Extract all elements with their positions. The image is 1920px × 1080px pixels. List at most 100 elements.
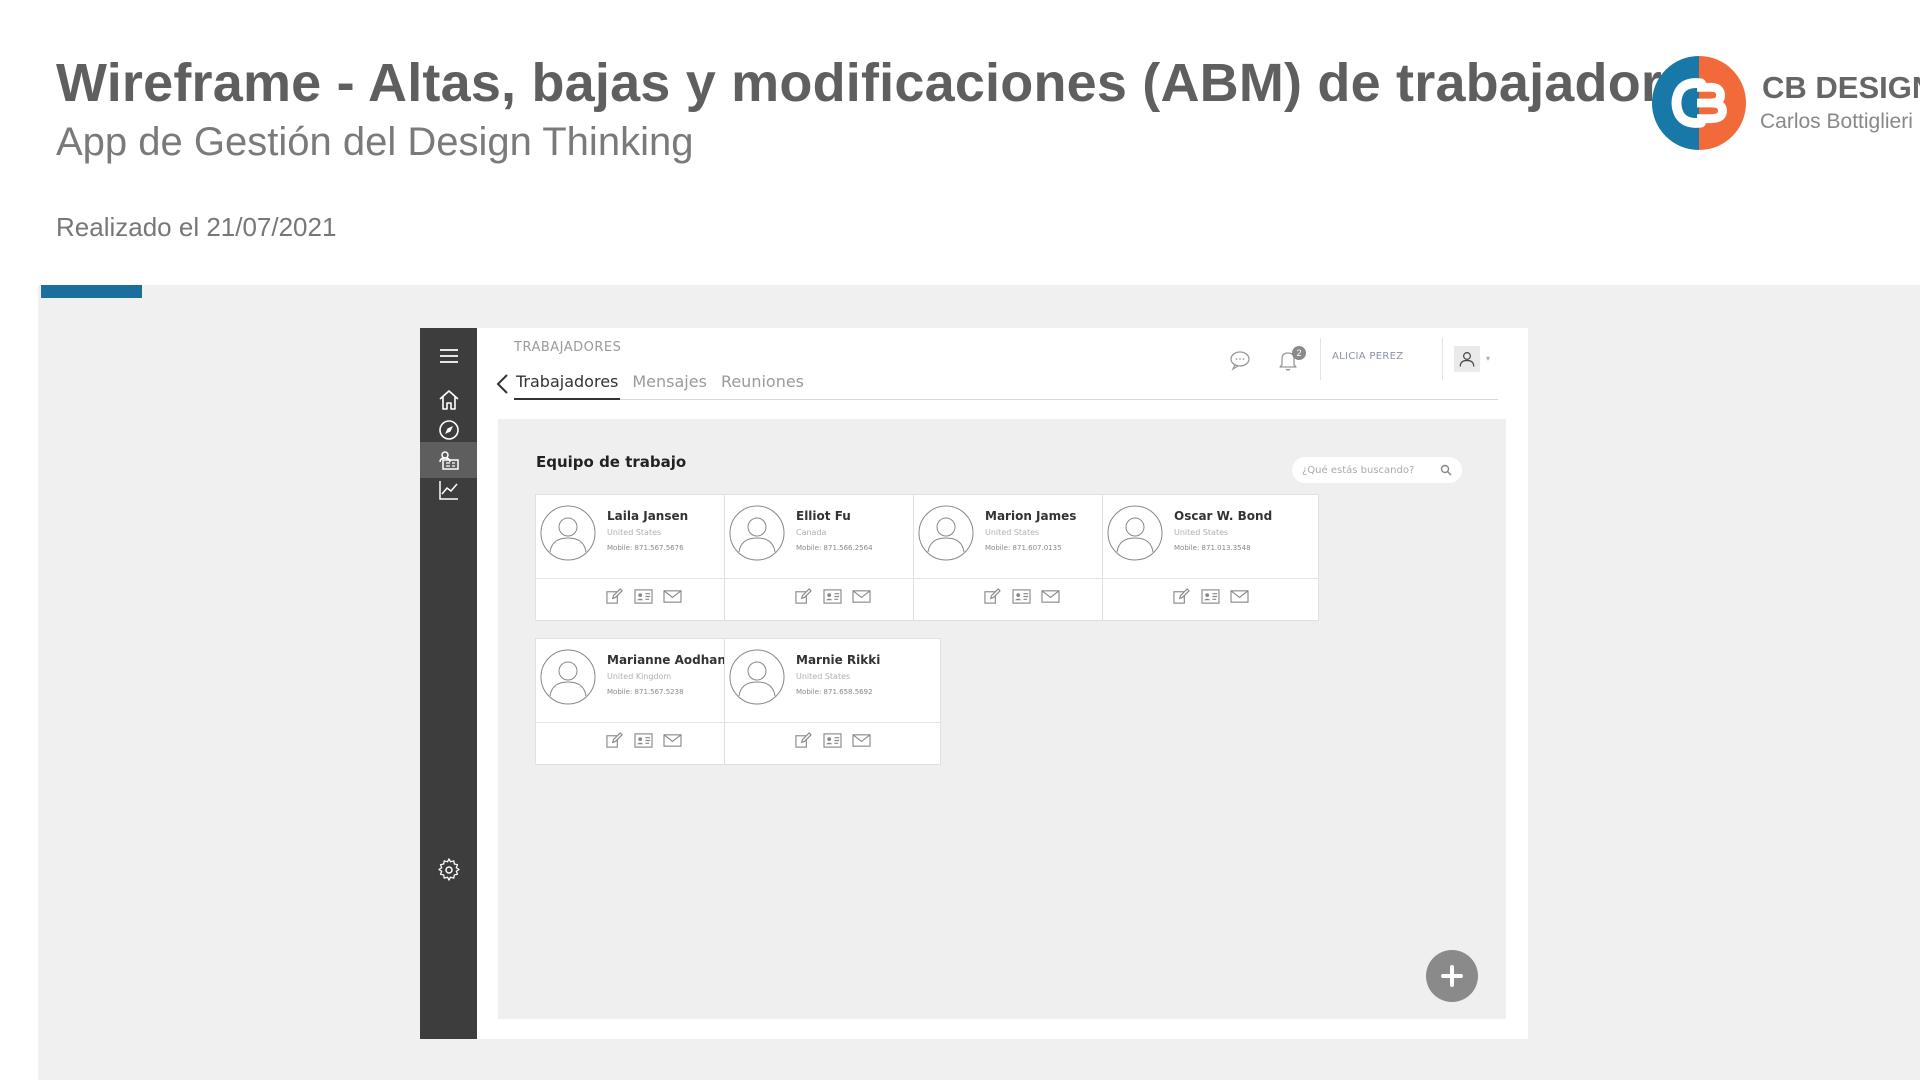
worker-country: United States: [607, 528, 662, 537]
back-arrow-icon[interactable]: [494, 372, 512, 396]
edit-icon[interactable]: [794, 732, 813, 749]
chevron-down-icon[interactable]: ▾: [1486, 354, 1490, 363]
cb-logo-icon: [1651, 55, 1747, 151]
user-name[interactable]: ALICIA PEREZ: [1332, 351, 1403, 362]
brand-name: CB DESIGN: [1762, 70, 1920, 105]
worker-card[interactable]: Marion James United States Mobile: 871.6…: [913, 494, 1130, 621]
section-label: TRABAJADORES: [514, 340, 622, 355]
worker-card[interactable]: Oscar W. Bond United States Mobile: 871.…: [1102, 494, 1319, 621]
worker-country: United Kingdom: [607, 672, 672, 681]
edit-icon[interactable]: [1172, 588, 1191, 605]
avatar-icon: [918, 505, 974, 561]
search-input[interactable]: [1302, 457, 1430, 483]
search-box: [1292, 457, 1462, 483]
id-card-icon[interactable]: [1012, 588, 1031, 605]
notification-badge: 2: [1292, 346, 1306, 360]
tab-reuniones[interactable]: Reuniones: [721, 372, 804, 391]
active-tab-indicator: [514, 398, 620, 400]
card-actions: [725, 588, 940, 605]
user-avatar-button[interactable]: [1454, 346, 1480, 372]
card-divider: [725, 722, 940, 723]
worker-name: Elliot Fu: [796, 509, 851, 523]
edit-icon[interactable]: [605, 588, 624, 605]
mail-icon[interactable]: [852, 588, 871, 605]
sidebar: [420, 328, 477, 1039]
plus-icon: [1441, 965, 1463, 987]
sidebar-item-settings[interactable]: [420, 852, 477, 888]
sidebar-item-stats[interactable]: [420, 472, 477, 508]
worker-name: Marnie Rikki: [796, 653, 881, 667]
add-worker-button[interactable]: [1426, 950, 1478, 1002]
avatar-icon: [729, 649, 785, 705]
worker-name: Oscar W. Bond: [1174, 509, 1273, 523]
id-card-icon[interactable]: [823, 588, 842, 605]
worker-name: Marion James: [985, 509, 1077, 523]
worker-mobile: Mobile: 871.567.5676: [607, 544, 684, 552]
mail-icon[interactable]: [663, 588, 682, 605]
page-subtitle: App de Gestión del Design Thinking: [56, 120, 694, 164]
tabs-divider: [514, 399, 1498, 400]
page-title: Wireframe - Altas, bajas y modificacione…: [56, 53, 1723, 113]
mail-icon[interactable]: [663, 732, 682, 749]
id-card-icon[interactable]: [1201, 588, 1220, 605]
card-divider: [536, 722, 751, 723]
worker-mobile: Mobile: 871.658.5692: [796, 688, 873, 696]
card-actions: [536, 588, 751, 605]
search-icon[interactable]: [1440, 464, 1452, 476]
compass-icon: [438, 420, 459, 440]
app-mockup: TRABAJADORES Trabajadores Mensajes Reuni…: [420, 328, 1528, 1039]
worker-card[interactable]: Elliot Fu Canada Mobile: 871.566.2564: [724, 494, 941, 621]
id-card-icon[interactable]: [634, 588, 653, 605]
header-divider: [1442, 338, 1443, 380]
card-divider: [725, 578, 940, 579]
worker-country: United States: [796, 672, 851, 681]
tab-trabajadores[interactable]: Trabajadores: [516, 372, 618, 391]
date-text: Realizado el 21/07/2021: [56, 212, 337, 242]
card-divider: [914, 578, 1129, 579]
worker-card[interactable]: Laila Jansen United States Mobile: 871.5…: [535, 494, 752, 621]
brand: CB DESIGN Carlos Bottiglieri: [1650, 54, 1920, 154]
worker-card[interactable]: Marnie Rikki United States Mobile: 871.6…: [724, 638, 941, 765]
edit-icon[interactable]: [605, 732, 624, 749]
card-divider: [1103, 578, 1318, 579]
card-divider: [536, 578, 751, 579]
worker-country: United States: [985, 528, 1040, 537]
worker-mobile: Mobile: 871.566.2564: [796, 544, 873, 552]
edit-icon[interactable]: [794, 588, 813, 605]
worker-mobile: Mobile: 871.013.3548: [1174, 544, 1251, 552]
content-panel: Equipo de trabajo Laila Jansen United St…: [498, 419, 1506, 1019]
accent-bar: [41, 285, 142, 298]
gear-icon: [437, 858, 460, 881]
card-actions: [725, 732, 940, 749]
worker-name: Marianne Aodhan: [607, 653, 726, 667]
mail-icon[interactable]: [1230, 588, 1249, 605]
header-divider: [1320, 338, 1321, 380]
id-card-icon[interactable]: [823, 732, 842, 749]
avatar-icon: [540, 505, 596, 561]
chart-icon: [438, 481, 458, 500]
avatar-icon: [540, 649, 596, 705]
card-actions: [914, 588, 1129, 605]
workers-icon: [438, 451, 459, 470]
home-icon: [438, 390, 459, 410]
card-actions: [536, 732, 751, 749]
user-icon: [1459, 352, 1475, 367]
avatar-icon: [729, 505, 785, 561]
id-card-icon[interactable]: [634, 732, 653, 749]
worker-name: Laila Jansen: [607, 509, 689, 523]
avatar-icon: [1107, 505, 1163, 561]
tab-bar: Trabajadores Mensajes Reuniones: [516, 372, 804, 391]
brand-person: Carlos Bottiglieri: [1760, 110, 1913, 133]
worker-mobile: Mobile: 871.607.0135: [985, 544, 1062, 552]
worker-card[interactable]: Marianne Aodhan United Kingdom Mobile: 8…: [535, 638, 752, 765]
edit-icon[interactable]: [983, 588, 1002, 605]
mail-icon[interactable]: [852, 732, 871, 749]
tab-mensajes[interactable]: Mensajes: [632, 372, 707, 391]
menu-icon: [439, 349, 458, 363]
mail-icon[interactable]: [1041, 588, 1060, 605]
worker-country: Canada: [796, 528, 827, 537]
menu-button[interactable]: [420, 338, 477, 374]
worker-country: United States: [1174, 528, 1229, 537]
card-actions: [1103, 588, 1318, 605]
chat-icon[interactable]: [1228, 348, 1252, 372]
